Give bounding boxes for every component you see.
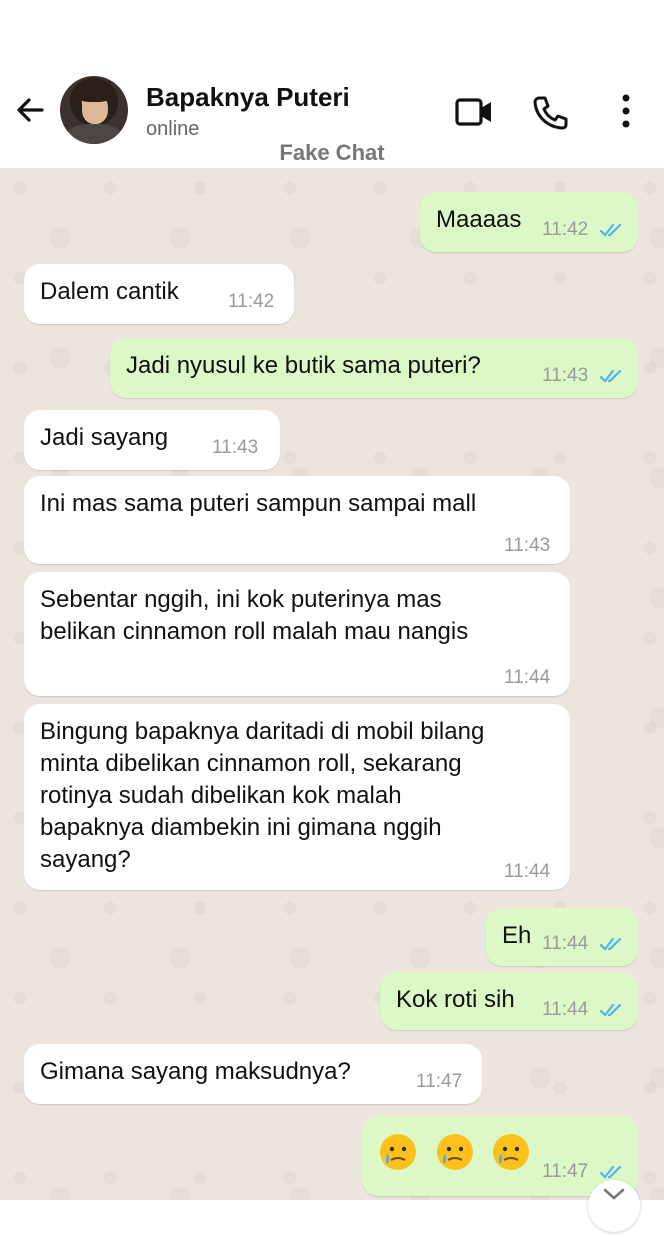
message-bubble-incoming[interactable]: Jadi sayang 11:43 bbox=[24, 410, 280, 470]
message-text: Gimana sayang maksudnya? bbox=[40, 1058, 351, 1085]
message-bubble-incoming[interactable]: Ini mas sama puteri sampun sampai mall 1… bbox=[24, 476, 570, 564]
message-time: 11:44 bbox=[542, 933, 589, 954]
contact-status: online bbox=[146, 118, 200, 140]
message-text-line: Bingung bapaknya daritadi di mobil bilan… bbox=[40, 718, 485, 745]
message-text-line: sayang? bbox=[40, 846, 131, 873]
chevron-down-icon bbox=[603, 1188, 625, 1200]
message-text-line: minta dibelikan cinnamon roll, sekarang bbox=[40, 750, 462, 777]
message-text-line: rotinya sudah dibelikan kok malah bbox=[40, 782, 402, 809]
read-receipt-icon bbox=[600, 1165, 622, 1179]
message-time: 11:42 bbox=[228, 291, 275, 312]
message-time: 11:44 bbox=[504, 861, 551, 882]
message-text-line: bapaknya diambekin ini gimana nggih bbox=[40, 814, 442, 841]
read-receipt-icon bbox=[600, 1003, 622, 1017]
message-time: 11:43 bbox=[504, 535, 551, 556]
message-bubble-incoming[interactable]: Gimana sayang maksudnya? 11:47 bbox=[24, 1044, 482, 1104]
phone-call-icon[interactable] bbox=[530, 94, 570, 130]
message-bubble-outgoing[interactable]: Maaaas 11:42 bbox=[420, 192, 638, 252]
crying-face-emoji bbox=[380, 1134, 416, 1170]
message-time: 11:43 bbox=[212, 437, 259, 458]
message-text: Kok roti sih bbox=[396, 986, 515, 1013]
message-time: 11:47 bbox=[542, 1161, 589, 1182]
watermark: Fake Chat bbox=[279, 140, 385, 165]
message-time: 11:44 bbox=[542, 999, 589, 1020]
read-receipt-icon bbox=[600, 223, 622, 237]
message-time: 11:43 bbox=[542, 365, 589, 386]
crying-face-emoji bbox=[493, 1134, 530, 1170]
back-arrow-icon[interactable] bbox=[12, 92, 48, 128]
message-text: Dalem cantik bbox=[40, 278, 179, 305]
message-text: Eh bbox=[502, 922, 532, 949]
message-bubble-outgoing[interactable]: Eh 11:44 bbox=[486, 908, 638, 966]
contact-name[interactable]: Bapaknya Puteri bbox=[146, 82, 350, 113]
chat-area[interactable]: Maaaas 11:42 Dalem cantik 11:42 Jadi nyu… bbox=[0, 168, 664, 1200]
chat-header: Bapaknya Puteri online Fake Chat bbox=[0, 0, 664, 168]
video-call-icon[interactable] bbox=[454, 94, 494, 130]
emoji-row bbox=[378, 1132, 541, 1172]
message-text: Maaaas bbox=[436, 206, 522, 233]
avatar[interactable] bbox=[60, 76, 128, 144]
more-options-icon[interactable] bbox=[606, 94, 646, 130]
read-receipt-icon bbox=[600, 937, 622, 951]
scroll-to-bottom-button[interactable] bbox=[588, 1180, 640, 1232]
crying-face-emoji bbox=[436, 1134, 473, 1170]
message-text-line: belikan cinnamon roll malah mau nangis bbox=[40, 618, 469, 645]
message-bubble-incoming[interactable]: Sebentar nggih, ini kok puterinya mas be… bbox=[24, 572, 570, 696]
message-text-line: Sebentar nggih, ini kok puterinya mas bbox=[40, 586, 442, 613]
message-time: 11:44 bbox=[504, 667, 551, 688]
message-text: Ini mas sama puteri sampun sampai mall bbox=[40, 490, 477, 517]
message-time: 11:42 bbox=[542, 219, 589, 240]
message-bubble-incoming[interactable]: Bingung bapaknya daritadi di mobil bilan… bbox=[24, 704, 570, 890]
message-bubble-outgoing[interactable]: Kok roti sih 11:44 bbox=[380, 972, 638, 1030]
message-bubble-incoming[interactable]: Dalem cantik 11:42 bbox=[24, 264, 294, 324]
read-receipt-icon bbox=[600, 369, 622, 383]
message-bubble-outgoing[interactable]: Jadi nyusul ke butik sama puteri? 11:43 bbox=[110, 338, 638, 398]
message-text: Jadi nyusul ke butik sama puteri? bbox=[126, 352, 481, 379]
message-time: 11:47 bbox=[416, 1071, 463, 1092]
message-text: Jadi sayang bbox=[40, 424, 169, 451]
